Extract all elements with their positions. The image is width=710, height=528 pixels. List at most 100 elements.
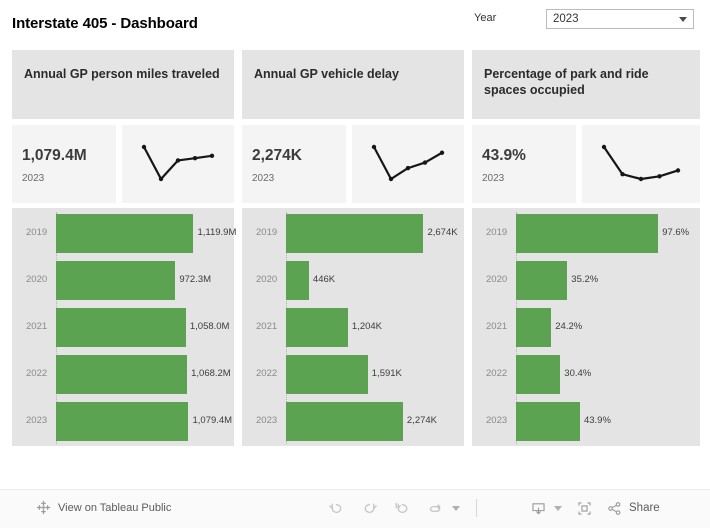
- bar-track: 1,058.0M: [56, 308, 230, 347]
- bar-row[interactable]: 2023 43.9%: [472, 398, 700, 445]
- bar-fill[interactable]: [56, 261, 176, 300]
- kpi-row: 43.9% 2023: [472, 125, 700, 203]
- revert-icon: [395, 502, 407, 513]
- revert-button[interactable]: [392, 498, 412, 518]
- bar-row[interactable]: 2023 2,274K: [242, 398, 464, 445]
- redo-button[interactable]: [359, 498, 379, 518]
- download-icon: [531, 502, 545, 514]
- bar-chart[interactable]: 2019 97.6% 2020 35.2% 2021 24.2% 2022 30.4% 2023…: [472, 208, 700, 446]
- sparkline-point: [192, 156, 198, 161]
- bar-fill[interactable]: [516, 261, 568, 300]
- sparkline-tile[interactable]: [122, 125, 234, 203]
- bar-fill[interactable]: [516, 355, 561, 394]
- share-button[interactable]: Share: [606, 500, 660, 517]
- refresh-button[interactable]: [425, 498, 445, 518]
- download-button[interactable]: [528, 498, 548, 518]
- bar-value-label: 97.6%: [662, 227, 690, 238]
- bar-row[interactable]: 2021 1,058.0M: [12, 304, 234, 351]
- bar-row[interactable]: 2020 35.2%: [472, 257, 700, 304]
- bar-row[interactable]: 2022 1,591K: [242, 351, 464, 398]
- download-dropdown-caret-icon[interactable]: [554, 505, 562, 511]
- bar-track: 446K: [286, 261, 460, 300]
- sparkline-point: [620, 172, 625, 177]
- bar-track: 972.3M: [56, 261, 230, 300]
- fullscreen-button[interactable]: [574, 498, 594, 518]
- bar-category-label: 2020: [486, 274, 508, 285]
- bar-row[interactable]: 2020 972.3M: [12, 257, 234, 304]
- refresh-icon: [429, 503, 440, 512]
- bar-fill[interactable]: [56, 402, 189, 441]
- year-select[interactable]: 2023: [546, 9, 694, 29]
- bar-row[interactable]: 2023 1,079.4M: [12, 398, 234, 445]
- bar-category-label: 2023: [486, 415, 508, 426]
- bar-fill[interactable]: [56, 214, 194, 253]
- share-label: Share: [629, 502, 660, 514]
- bar-category-label: 2021: [26, 321, 48, 332]
- kpi-year: 2023: [22, 173, 45, 184]
- bar-row[interactable]: 2021 24.2%: [472, 304, 700, 351]
- undo-button[interactable]: [326, 498, 346, 518]
- bar-fill[interactable]: [516, 308, 552, 347]
- bar-chart[interactable]: 2019 1,119.9M 2020 972.3M 2021 1,058.0M 2022 1,…: [12, 208, 236, 446]
- bar-category-label: 2023: [256, 415, 278, 426]
- bar-chart[interactable]: 2019 2,674K 2020 446K 2021 1,204K 2022 1,591K 20…: [242, 208, 464, 446]
- bar-track: 24.2%: [516, 308, 696, 347]
- bar-row[interactable]: 2020 446K: [242, 257, 464, 304]
- sparkline-point: [141, 144, 147, 150]
- page-title: Interstate 405 - Dashboard: [12, 15, 198, 32]
- bar-row[interactable]: 2019 1,119.9M: [12, 210, 236, 257]
- view-on-tableau-public-button[interactable]: View on Tableau Public: [36, 500, 171, 515]
- bar-category-label: 2019: [486, 227, 508, 238]
- sparkline-point: [657, 174, 662, 179]
- kpi-tile[interactable]: 1,079.4M 2023: [12, 125, 116, 203]
- sparkline-point: [405, 165, 411, 171]
- sparkline-point: [601, 144, 607, 150]
- bar-fill[interactable]: [286, 261, 309, 300]
- sparkline-path: [142, 145, 214, 181]
- bar-fill[interactable]: [286, 355, 368, 394]
- dashboard-header: Interstate 405 - Dashboard Year 2023: [0, 0, 710, 46]
- bar-track: 43.9%: [516, 402, 696, 441]
- bar-value-label: 43.9%: [583, 415, 611, 426]
- bar-track: 97.6%: [516, 214, 696, 253]
- bar-fill[interactable]: [56, 355, 188, 394]
- bar-value-label: 972.3M: [179, 274, 212, 285]
- panel-header: Percentage of park and ride spaces occup…: [472, 50, 700, 119]
- sparkline-tile[interactable]: [582, 125, 700, 203]
- bar-row[interactable]: 2021 1,204K: [242, 304, 464, 351]
- bar-value-label: 2,274K: [406, 415, 438, 426]
- bar-category-label: 2020: [26, 274, 48, 285]
- sparkline-point: [209, 153, 215, 158]
- bar-value-label: 35.2%: [571, 274, 599, 285]
- redo-icon: [364, 503, 377, 513]
- panel-title: Percentage of park and ride spaces occup…: [484, 67, 649, 97]
- kpi-tile[interactable]: 43.9% 2023: [472, 125, 576, 203]
- kpi-year: 2023: [482, 173, 505, 184]
- bar-fill[interactable]: [516, 402, 580, 441]
- bar-value-label: 1,068.2M: [191, 368, 231, 379]
- bar-fill[interactable]: [286, 214, 424, 253]
- kpi-tile[interactable]: 2,274K 2023: [242, 125, 346, 203]
- toolbar-divider: [476, 499, 477, 517]
- kpi-value: 43.9%: [482, 147, 526, 164]
- bar-row[interactable]: 2019 97.6%: [472, 210, 700, 257]
- refresh-dropdown-caret-icon[interactable]: [452, 505, 460, 511]
- bar-fill[interactable]: [286, 308, 348, 347]
- bar-track: 1,119.9M: [56, 214, 236, 253]
- sparkline-point: [675, 168, 681, 173]
- bar-fill[interactable]: [56, 308, 186, 347]
- bar-row[interactable]: 2022 30.4%: [472, 351, 700, 398]
- sparkline-tile[interactable]: [352, 125, 464, 203]
- bar-track: 35.2%: [516, 261, 696, 300]
- sparkline-point: [175, 158, 181, 163]
- share-icon: [608, 501, 621, 515]
- year-select-value: 2023: [553, 13, 579, 25]
- year-filter: Year 2023: [474, 8, 700, 34]
- bar-fill[interactable]: [516, 214, 659, 253]
- kpi-row: 1,079.4M 2023: [12, 125, 234, 203]
- sparkline-path: [372, 145, 444, 181]
- bar-row[interactable]: 2022 1,068.2M: [12, 351, 234, 398]
- bar-row[interactable]: 2019 2,674K: [242, 210, 464, 257]
- bar-fill[interactable]: [286, 402, 403, 441]
- undo-icon: [328, 503, 341, 513]
